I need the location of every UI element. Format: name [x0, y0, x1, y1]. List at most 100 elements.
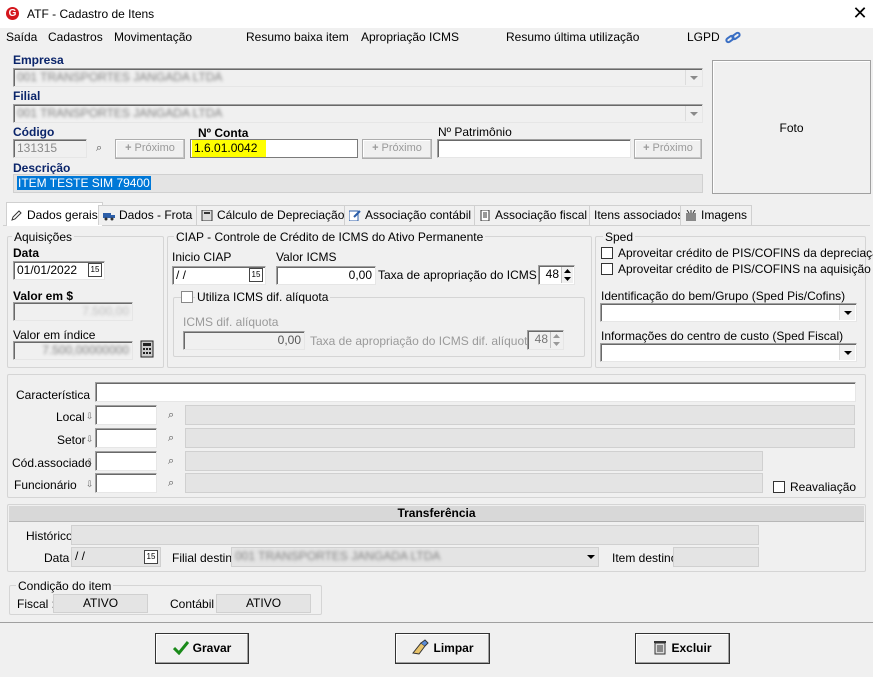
proximo-label: Próximo [381, 142, 422, 154]
setor-label: Setor [57, 433, 86, 447]
tab-associacao-contabil[interactable]: Associação contábil [344, 205, 477, 225]
cod-associado-field[interactable] [95, 451, 157, 471]
close-window-button[interactable]: ✕ [850, 3, 870, 23]
proximo-label: Próximo [134, 142, 175, 154]
valor-field[interactable]: 7.500,00 [13, 302, 133, 321]
eraser-icon [412, 639, 430, 655]
reavaliacao-checkbox[interactable] [773, 481, 785, 493]
arrow-down-icon: ⇩ [86, 479, 94, 489]
taxa-apropriacao-spinner[interactable]: 48 [538, 265, 575, 285]
icms-dif-field[interactable]: 0,00 [183, 331, 305, 350]
funcionario-field[interactable] [95, 473, 157, 493]
patrimonio-proximo-button[interactable]: + Próximo [634, 139, 702, 159]
chevron-down-icon[interactable] [839, 345, 855, 360]
centro-custo-select[interactable] [600, 343, 857, 362]
gravar-button[interactable]: Gravar [155, 633, 249, 664]
item-destino-field [673, 547, 759, 567]
plus-icon: + [643, 142, 650, 154]
valor-icms-label: Valor ICMS [276, 250, 337, 264]
taxa-dif-spinner[interactable]: 48 [527, 330, 564, 350]
plus-icon: + [125, 142, 132, 154]
fiscal-status: ATIVO [53, 594, 148, 613]
codigo-proximo-button[interactable]: + Próximo [115, 139, 185, 159]
excluir-button[interactable]: Excluir [635, 633, 730, 664]
chevron-down-icon [587, 555, 595, 559]
valor-indice-value: 7.500,00000000 [42, 343, 129, 357]
tab-associacao-fiscal[interactable]: Associação fiscal [474, 205, 593, 225]
pis-aquisicao-checkbox[interactable] [601, 263, 613, 275]
taxa-apropriacao-value: 48 [545, 267, 559, 281]
menu-lgpd[interactable]: LGPD [687, 30, 720, 44]
ciap-title: CIAP - Controle de Crédito de ICMS do At… [174, 230, 486, 244]
identificacao-bem-label: Identificação do bem/Grupo (Sped Pis/Cof… [601, 289, 846, 303]
setor-field[interactable] [95, 428, 157, 448]
calculator-icon [201, 210, 213, 221]
conta-label: Nº Conta [198, 126, 249, 140]
conta-proximo-button[interactable]: + Próximo [362, 139, 432, 159]
binoculars-icon[interactable]: ⌕ [168, 455, 174, 468]
caracteristica-field[interactable] [95, 382, 856, 402]
aquisicoes-title: Aquisições [12, 230, 75, 244]
taxa-dif-value: 48 [534, 332, 548, 346]
funcionario-label: Funcionário [14, 478, 77, 492]
binoculars-icon[interactable]: ⌕ [168, 409, 174, 422]
inicio-ciap-field[interactable]: / / 15 [172, 266, 266, 285]
inicio-ciap-value: / / [176, 268, 187, 282]
descricao-label: Descrição [13, 161, 71, 175]
local-field[interactable] [95, 405, 157, 425]
chevron-down-icon[interactable] [685, 106, 701, 121]
patrimonio-field[interactable] [437, 139, 631, 158]
icms-dif-label: ICMS dif. alíquota [183, 315, 279, 329]
window-title: ATF - Cadastro de Itens [27, 7, 155, 21]
binoculars-icon[interactable]: ⌕ [96, 142, 102, 155]
tab-label: Associação contábil [365, 208, 472, 222]
chevron-down-icon[interactable] [685, 70, 701, 85]
tab-dados-frota[interactable]: Dados - Frota [98, 205, 198, 225]
binoculars-icon[interactable]: ⌕ [168, 432, 174, 445]
calculator-icon[interactable] [140, 340, 154, 358]
valor-indice-field[interactable]: 7.500,00000000 [13, 341, 133, 360]
calendar-icon[interactable]: 15 [88, 263, 102, 277]
conta-field[interactable]: 1.6.01.0042 [190, 139, 358, 158]
binoculars-icon[interactable]: ⌕ [168, 477, 174, 490]
menu-saida[interactable]: Saída [6, 30, 37, 44]
tab-dados-gerais[interactable]: Dados gerais [6, 202, 103, 226]
foto-panel[interactable]: Foto [712, 60, 871, 194]
codigo-field[interactable]: 131315 [13, 139, 87, 158]
edit-icon [349, 210, 361, 221]
pis-depreciacao-checkbox[interactable] [601, 247, 613, 259]
sped-title: Sped [603, 230, 636, 244]
menu-apropriacao-icms[interactable]: Apropriação ICMS [361, 30, 459, 44]
descricao-field[interactable]: ITEM TESTE SIM 79400 [13, 174, 703, 193]
menu-resumo-baixa-item[interactable]: Resumo baixa item [246, 30, 349, 44]
aquisicao-data-field[interactable]: 01/01/2022 15 [13, 261, 105, 280]
filial-destino-label: Filial destino [172, 551, 239, 565]
arrow-down-icon: ⇩ [86, 434, 94, 444]
spinner-arrows-icon[interactable] [550, 332, 562, 348]
limpar-label: Limpar [433, 641, 474, 655]
proximo-label: Próximo [652, 142, 693, 154]
historico-field [71, 525, 759, 545]
app-logo-icon: G [6, 7, 19, 20]
filial-select[interactable]: 001 TRANSPORTES JANGADA LTDA [13, 104, 703, 123]
utiliza-icms-dif-checkbox[interactable] [181, 291, 193, 303]
empresa-select[interactable]: 001 TRANSPORTES JANGADA LTDA [13, 68, 703, 87]
tab-imagens[interactable]: Imagens [680, 205, 753, 225]
spinner-arrows-icon[interactable] [561, 267, 573, 283]
tab-calculo-depreciacao[interactable]: Cálculo de Depreciação [196, 205, 350, 225]
images-icon [686, 210, 696, 221]
tab-itens-associados[interactable]: Itens associados [589, 205, 689, 225]
menu-resumo-ultima-utilizacao[interactable]: Resumo última utilização [506, 30, 639, 44]
menu-movimentacao[interactable]: Movimentação [114, 30, 192, 44]
limpar-button[interactable]: Limpar [395, 633, 490, 664]
menu-cadastros[interactable]: Cadastros [48, 30, 103, 44]
valor-icms-field[interactable]: 0,00 [276, 266, 376, 285]
historico-label: Histórico [26, 529, 73, 543]
patrimonio-label: Nº Patrimônio [438, 125, 512, 139]
link-icon[interactable] [725, 31, 741, 45]
chevron-down-icon[interactable] [839, 305, 855, 320]
tab-label: Itens associados [594, 208, 684, 222]
filial-destino-value: 001 TRANSPORTES JANGADA LTDA [235, 549, 441, 563]
identificacao-bem-select[interactable] [600, 303, 857, 322]
calendar-icon[interactable]: 15 [249, 268, 263, 282]
